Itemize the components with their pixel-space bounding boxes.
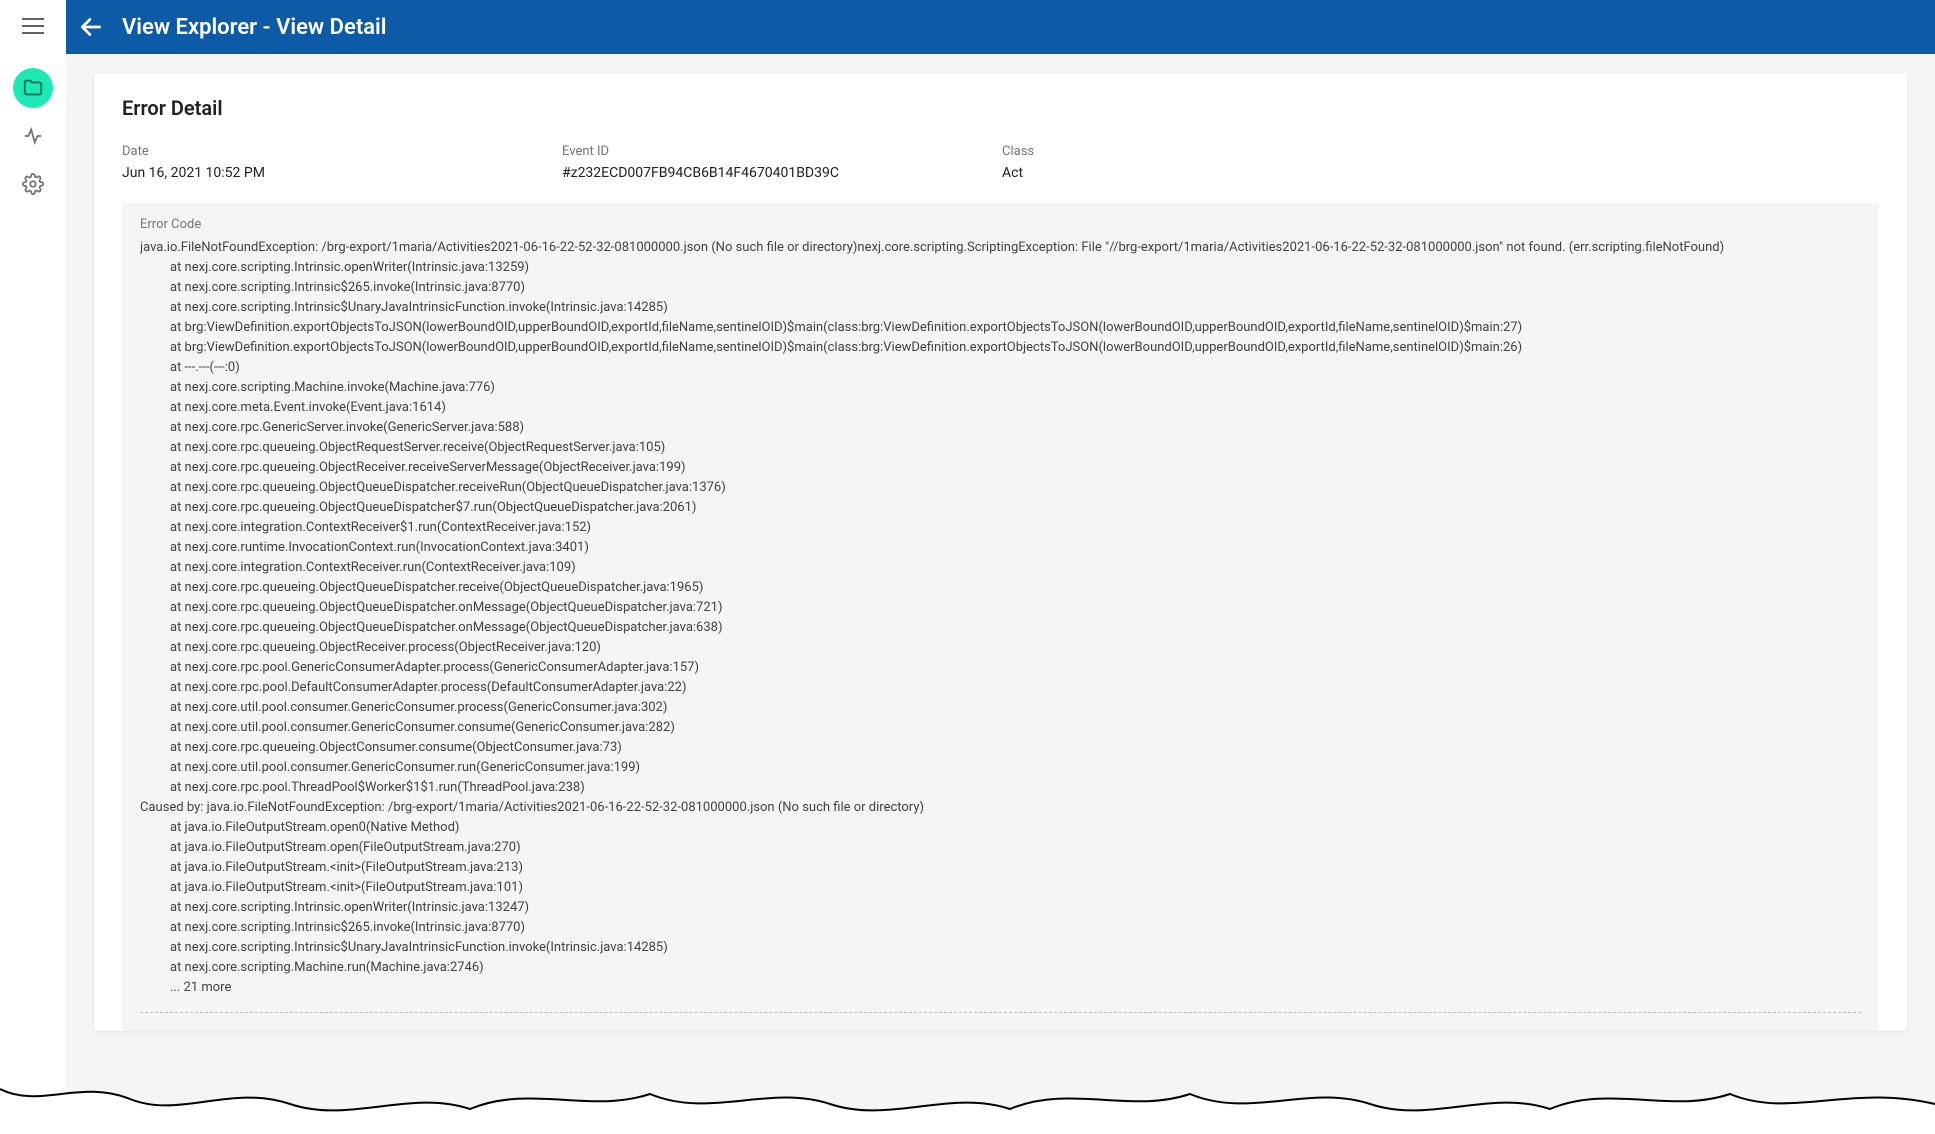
stack-line: at nexj.core.scripting.Intrinsic$265.inv… <box>140 278 1861 298</box>
stack-line: at nexj.core.integration.ContextReceiver… <box>140 518 1861 538</box>
stack-line: at nexj.core.scripting.Intrinsic.openWri… <box>140 258 1861 278</box>
stack-line: at nexj.core.util.pool.consumer.GenericC… <box>140 698 1861 718</box>
stack-line: at nexj.core.rpc.queueing.ObjectReceiver… <box>140 638 1861 658</box>
stack-line: at java.io.FileOutputStream.open(FileOut… <box>140 838 1861 858</box>
date-value: Jun 16, 2021 10:52 PM <box>122 165 562 181</box>
stack-line: at nexj.core.scripting.Machine.invoke(Ma… <box>140 378 1861 398</box>
stack-line: at nexj.core.scripting.Intrinsic.openWri… <box>140 898 1861 918</box>
error-code-box: Error Code java.io.FileNotFoundException… <box>122 203 1879 1031</box>
event-id-label: Event ID <box>562 144 1002 159</box>
folder-icon <box>22 77 44 99</box>
stack-line: at nexj.core.rpc.queueing.ObjectQueueDis… <box>140 578 1861 598</box>
arrow-left-icon <box>78 14 104 40</box>
stack-line: at brg:ViewDefinition.exportObjectsToJSO… <box>140 318 1861 338</box>
stack-line: at nexj.core.runtime.InvocationContext.r… <box>140 538 1861 558</box>
error-detail-card: Error Detail Date Jun 16, 2021 10:52 PM … <box>94 74 1907 1031</box>
stack-line: at java.io.FileOutputStream.<init>(FileO… <box>140 858 1861 878</box>
stack-line: at nexj.core.integration.ContextReceiver… <box>140 558 1861 578</box>
stack-line: at nexj.core.rpc.queueing.ObjectConsumer… <box>140 738 1861 758</box>
stack-line: at ---.---(---:0) <box>140 358 1861 378</box>
event-id-value: #z232ECD007FB94CB6B14F4670401BD39C <box>562 165 1002 181</box>
back-button[interactable] <box>78 14 104 40</box>
stack-line: java.io.FileNotFoundException: /brg-expo… <box>140 238 1861 258</box>
stack-line: at nexj.core.rpc.pool.GenericConsumerAda… <box>140 658 1861 678</box>
card-title: Error Detail <box>122 96 1879 120</box>
date-label: Date <box>122 144 562 159</box>
stack-line: at nexj.core.rpc.queueing.ObjectRequestS… <box>140 438 1861 458</box>
stack-line: at nexj.core.util.pool.consumer.GenericC… <box>140 758 1861 778</box>
stack-trace: java.io.FileNotFoundException: /brg-expo… <box>140 238 1861 998</box>
stack-line: Caused by: java.io.FileNotFoundException… <box>140 798 1861 818</box>
stack-line: at nexj.core.scripting.Intrinsic$UnaryJa… <box>140 938 1861 958</box>
sidebar <box>0 0 66 1134</box>
stack-line: ... 21 more <box>140 978 1861 998</box>
stack-line: at nexj.core.meta.Event.invoke(Event.jav… <box>140 398 1861 418</box>
class-label: Class <box>1002 144 1879 159</box>
class-value: Act <box>1002 165 1879 181</box>
page-title: View Explorer - View Detail <box>122 15 386 40</box>
error-code-label: Error Code <box>140 217 1861 232</box>
menu-toggle-icon[interactable] <box>19 12 47 40</box>
top-bar: View Explorer - View Detail <box>66 0 1935 54</box>
stack-line: at nexj.core.rpc.queueing.ObjectQueueDis… <box>140 598 1861 618</box>
sidebar-item-settings[interactable] <box>13 164 53 204</box>
stack-line: at nexj.core.util.pool.consumer.GenericC… <box>140 718 1861 738</box>
stack-line: at nexj.core.rpc.queueing.ObjectReceiver… <box>140 458 1861 478</box>
stack-line: at nexj.core.rpc.pool.DefaultConsumerAda… <box>140 678 1861 698</box>
content-area: Error Detail Date Jun 16, 2021 10:52 PM … <box>66 54 1935 1134</box>
sidebar-item-folder[interactable] <box>13 68 53 108</box>
stack-line: at brg:ViewDefinition.exportObjectsToJSO… <box>140 338 1861 358</box>
stack-line: at java.io.FileOutputStream.<init>(FileO… <box>140 878 1861 898</box>
stack-line: at nexj.core.rpc.GenericServer.invoke(Ge… <box>140 418 1861 438</box>
divider <box>140 1012 1861 1013</box>
stack-line: at nexj.core.rpc.pool.ThreadPool$Worker$… <box>140 778 1861 798</box>
stack-line: at nexj.core.scripting.Intrinsic$UnaryJa… <box>140 298 1861 318</box>
stack-line: at nexj.core.rpc.queueing.ObjectQueueDis… <box>140 618 1861 638</box>
stack-line: at nexj.core.rpc.queueing.ObjectQueueDis… <box>140 498 1861 518</box>
info-row: Date Jun 16, 2021 10:52 PM Event ID #z23… <box>122 144 1879 181</box>
stack-line: at nexj.core.rpc.queueing.ObjectQueueDis… <box>140 478 1861 498</box>
stack-line: at nexj.core.scripting.Intrinsic$265.inv… <box>140 918 1861 938</box>
gear-icon <box>22 173 44 195</box>
stack-line: at nexj.core.scripting.Machine.run(Machi… <box>140 958 1861 978</box>
stack-line: at java.io.FileOutputStream.open0(Native… <box>140 818 1861 838</box>
sidebar-item-activity[interactable] <box>13 116 53 156</box>
activity-icon <box>22 125 44 147</box>
